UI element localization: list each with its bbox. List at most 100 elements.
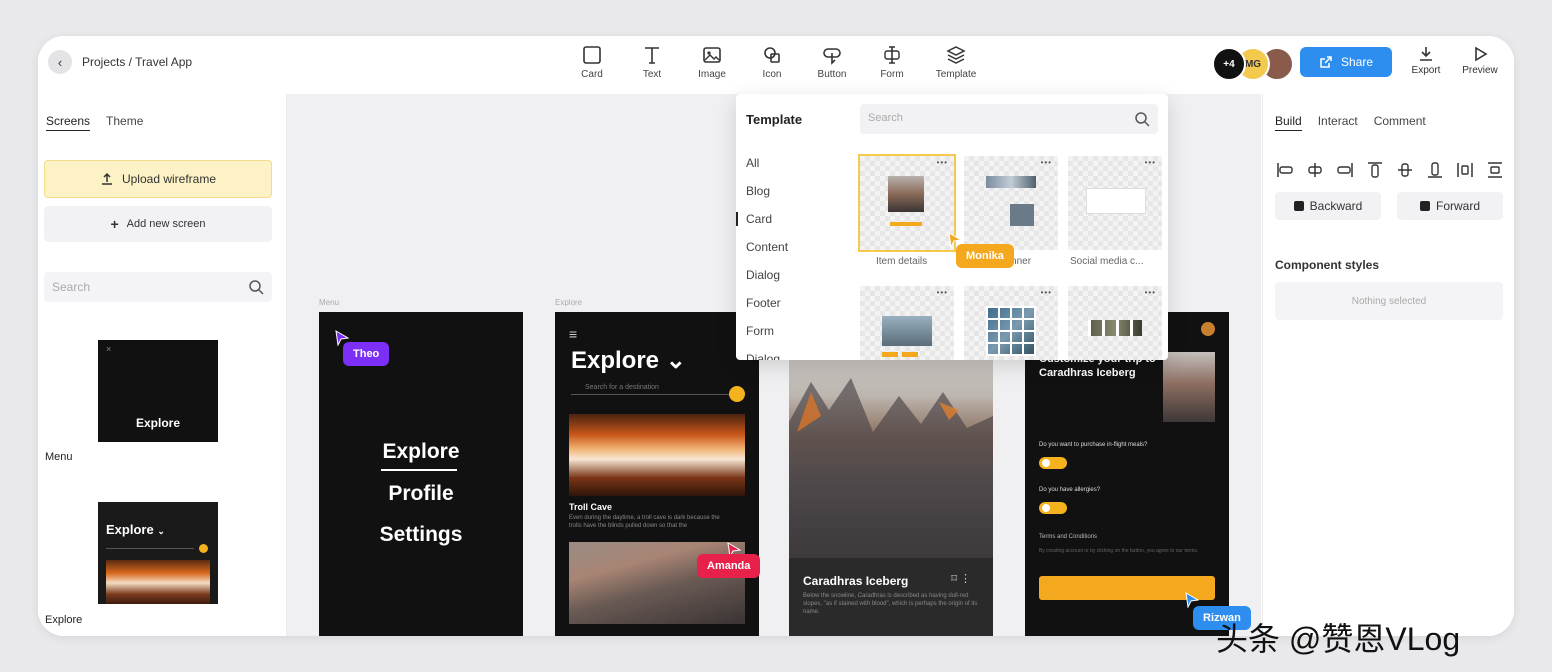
template-card[interactable]: ••• — [1068, 286, 1162, 360]
preview-gallery — [986, 306, 1036, 356]
menu-item-explore[interactable]: Explore — [319, 440, 523, 464]
add-new-screen-button[interactable]: + Add new screen — [44, 206, 272, 242]
explore-frame[interactable]: ≡ Explore ⌄ Search for a destination Tro… — [555, 312, 759, 636]
category-dialog[interactable]: Dialog — [746, 352, 788, 360]
breadcrumb[interactable]: Projects / Travel App — [82, 55, 192, 69]
screen-thumbnail-explore[interactable]: Explore ⌄ — [98, 502, 218, 604]
category-blog[interactable]: Blog — [746, 184, 788, 212]
tool-label: Card — [581, 69, 603, 80]
destination-search[interactable]: Search for a destination — [571, 384, 737, 395]
thumbnail-text: Explore — [135, 416, 180, 430]
template-card[interactable]: ••• — [860, 286, 954, 360]
tool-card[interactable]: Card — [562, 42, 622, 80]
screen-label-menu[interactable]: Menu — [45, 451, 73, 463]
share-button[interactable]: Share — [1300, 47, 1392, 77]
thumbnail-text: Explore ⌄ — [106, 522, 165, 537]
align-center-v-icon[interactable] — [1395, 160, 1415, 180]
category-footer[interactable]: Footer — [746, 296, 788, 324]
insert-toolbar: Card Text Image Icon Button Form Templat… — [562, 42, 990, 80]
tool-button[interactable]: Button — [802, 42, 862, 80]
template-card-blog-banner[interactable]: ••• — [964, 156, 1058, 250]
template-card-social-media[interactable]: ••• — [1068, 156, 1162, 250]
send-backward-button[interactable]: Backward — [1275, 192, 1381, 220]
preview-button[interactable]: Preview — [1458, 45, 1502, 76]
menu-item-profile[interactable]: Profile — [319, 482, 523, 506]
location-dot — [729, 386, 745, 402]
screen-thumbnail-menu[interactable]: × Explore — [98, 340, 218, 442]
backward-icon — [1293, 201, 1304, 211]
distribute-horizontal-icon[interactable] — [1455, 160, 1475, 180]
tool-text[interactable]: Text — [622, 42, 682, 80]
align-bottom-icon[interactable] — [1425, 160, 1445, 180]
allergies-toggle[interactable] — [1039, 502, 1067, 514]
shapes-icon — [762, 42, 782, 68]
category-dialog[interactable]: Dialog — [746, 268, 788, 296]
card-icon — [582, 42, 602, 68]
right-tabs: Build Interact Comment — [1275, 114, 1426, 131]
more-icon[interactable]: ••• — [937, 158, 948, 167]
more-collaborators-badge[interactable]: +4 — [1212, 47, 1246, 81]
template-card[interactable]: ••• — [964, 286, 1058, 360]
category-card[interactable]: Card — [746, 212, 788, 240]
category-content[interactable]: Content — [746, 240, 788, 268]
backward-label: Backward — [1309, 199, 1363, 213]
align-top-icon[interactable] — [1365, 160, 1385, 180]
tab-build[interactable]: Build — [1275, 114, 1302, 131]
preview-image — [986, 176, 1036, 188]
align-left-icon[interactable] — [1275, 160, 1295, 180]
forward-icon — [1419, 201, 1430, 211]
search-icon — [249, 280, 264, 295]
hamburger-icon: ≡ — [569, 326, 578, 342]
detail-frame[interactable]: Caradhras Iceberg ⌑ ⋮ Below the snowline… — [789, 312, 993, 636]
preview-button — [882, 352, 898, 357]
category-form[interactable]: Form — [746, 324, 788, 352]
more-icon[interactable]: ••• — [1041, 158, 1052, 167]
template-search-input[interactable]: Search — [860, 104, 1158, 134]
component-styles-empty: Nothing selected — [1275, 282, 1503, 320]
upload-icon — [101, 172, 112, 185]
distribute-vertical-icon[interactable] — [1485, 160, 1505, 180]
screens-search-input[interactable]: Search — [44, 272, 272, 302]
more-icon[interactable]: ••• — [1145, 288, 1156, 297]
cave-image — [106, 560, 210, 604]
template-card-item-details[interactable]: ••• — [858, 154, 956, 252]
toggle-knob — [1042, 459, 1050, 467]
more-icon[interactable]: ••• — [937, 288, 948, 297]
upload-wireframe-button[interactable]: Upload wireframe — [44, 160, 272, 198]
bring-forward-button[interactable]: Forward — [1397, 192, 1503, 220]
tab-interact[interactable]: Interact — [1318, 114, 1358, 131]
tool-image[interactable]: Image — [682, 42, 742, 80]
tool-label: Icon — [762, 69, 782, 80]
app-window: ‹ Projects / Travel App Card Text Image … — [38, 36, 1514, 636]
align-right-icon[interactable] — [1335, 160, 1355, 180]
category-all[interactable]: All — [746, 156, 788, 184]
booking-frame[interactable]: Customize your trip to Caradhras Iceberg… — [1025, 312, 1229, 636]
back-button[interactable]: ‹ — [48, 50, 72, 74]
add-screen-label: Add new screen — [126, 218, 206, 230]
tab-theme[interactable]: Theme — [106, 114, 143, 131]
preview-label: Preview — [1462, 65, 1498, 76]
bookmark-icon[interactable]: ⌑ ⋮ — [951, 572, 971, 585]
tab-comment[interactable]: Comment — [1374, 114, 1426, 131]
more-icon[interactable]: ••• — [1041, 288, 1052, 297]
layers-icon — [946, 42, 966, 68]
screen-label-explore[interactable]: Explore — [45, 614, 82, 626]
tool-template[interactable]: Template — [922, 42, 990, 80]
tool-form[interactable]: Form — [862, 42, 922, 80]
align-center-h-icon[interactable] — [1305, 160, 1325, 180]
toggle-knob — [1042, 504, 1050, 512]
avatar — [1201, 322, 1215, 336]
preview-button — [890, 222, 922, 226]
search-line — [106, 548, 194, 549]
export-button[interactable]: Export — [1404, 45, 1448, 76]
share-label: Share — [1340, 55, 1374, 69]
image-icon — [702, 42, 722, 68]
tool-icon[interactable]: Icon — [742, 42, 802, 80]
pointer-button-icon — [822, 42, 842, 68]
meals-toggle[interactable] — [1039, 457, 1067, 469]
more-icon[interactable]: ••• — [1145, 158, 1156, 167]
tab-screens[interactable]: Screens — [46, 114, 91, 131]
form-icon — [882, 42, 902, 68]
collaborator-avatars[interactable]: +4 MG — [1212, 47, 1296, 81]
menu-item-settings[interactable]: Settings — [319, 523, 523, 547]
